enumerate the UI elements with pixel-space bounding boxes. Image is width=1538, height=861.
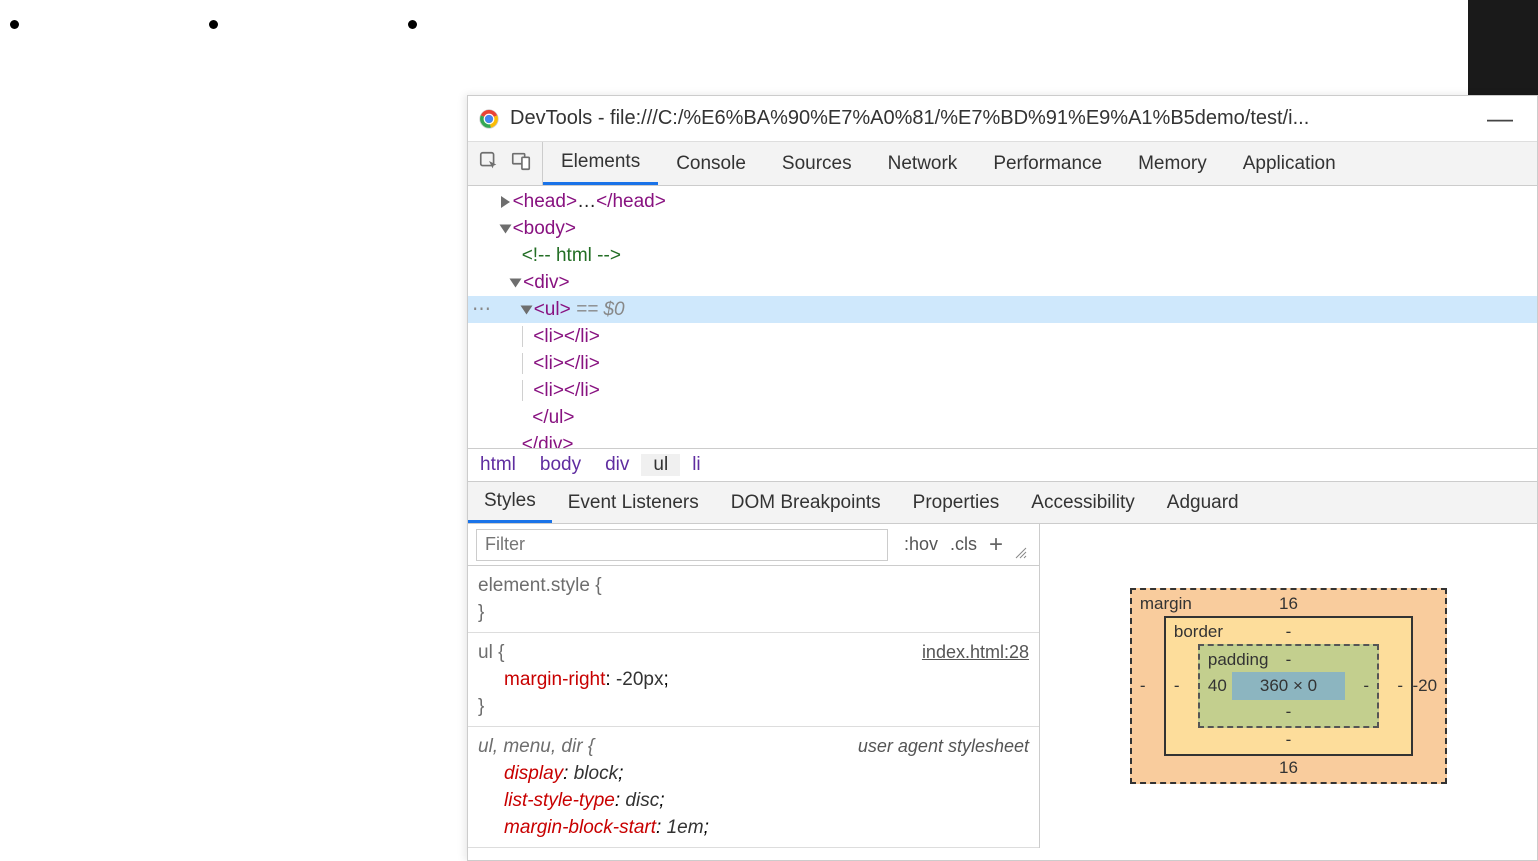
rule-src-ua: user agent stylesheet xyxy=(858,733,1029,760)
tree-node-ul-selected[interactable]: ⋯ <ul> == $0 xyxy=(468,296,1537,323)
tab-styles[interactable]: Styles xyxy=(468,482,552,523)
tab-accessibility[interactable]: Accessibility xyxy=(1015,482,1150,523)
tree-node-li[interactable]: <li></li> xyxy=(468,350,1537,377)
tree-node-li[interactable]: <li></li> xyxy=(468,377,1537,404)
tab-event-listeners[interactable]: Event Listeners xyxy=(552,482,715,523)
rule-element-style[interactable]: element.style { } xyxy=(468,566,1039,633)
rule-src-link[interactable]: index.html:28 xyxy=(922,639,1029,666)
tab-memory[interactable]: Memory xyxy=(1120,142,1225,185)
tool-icons xyxy=(468,142,543,185)
styles-column: :hov .cls + element.style { } ul {index.… xyxy=(468,524,1040,848)
tab-network[interactable]: Network xyxy=(870,142,976,185)
breadcrumb-li[interactable]: li xyxy=(680,454,712,476)
cls-toggle[interactable]: .cls xyxy=(950,534,977,555)
devtools-window: DevTools - file:///C:/%E6%BA%90%E7%A0%81… xyxy=(467,95,1538,861)
inspect-icon[interactable] xyxy=(478,150,500,177)
tab-adguard[interactable]: Adguard xyxy=(1151,482,1255,523)
tab-elements[interactable]: Elements xyxy=(543,142,658,185)
box-margin: margin 16 16 - -20 border - - - - paddin… xyxy=(1130,588,1447,784)
tree-node-body[interactable]: <body> xyxy=(468,215,1537,242)
rule-ua[interactable]: ul, menu, dir {user agent stylesheet dis… xyxy=(468,727,1039,848)
titlebar: DevTools - file:///C:/%E6%BA%90%E7%A0%81… xyxy=(468,96,1537,142)
elements-tree[interactable]: <head>…</head> <body> <!-- html --> <div… xyxy=(468,186,1537,448)
box-model[interactable]: margin 16 16 - -20 border - - - - paddin… xyxy=(1130,588,1447,784)
tree-node-li[interactable]: <li></li> xyxy=(468,323,1537,350)
rule-ul[interactable]: ul {index.html:28 margin-right: -20px; } xyxy=(468,633,1039,727)
tab-sources[interactable]: Sources xyxy=(764,142,870,185)
filter-row: :hov .cls + xyxy=(468,524,1039,566)
tab-console[interactable]: Console xyxy=(658,142,764,185)
bullet xyxy=(10,20,19,29)
bullet xyxy=(209,20,218,29)
device-icon[interactable] xyxy=(510,150,532,177)
box-padding: padding - - 40 - 360 × 0 xyxy=(1198,644,1379,728)
tree-node-head[interactable]: <head>…</head> xyxy=(468,188,1537,215)
box-content: 360 × 0 xyxy=(1232,672,1345,700)
breadcrumb-html[interactable]: html xyxy=(468,454,528,476)
minimize-button[interactable]: — xyxy=(1473,103,1527,134)
hov-toggle[interactable]: :hov xyxy=(904,534,938,555)
resize-corner-icon[interactable] xyxy=(1015,543,1027,555)
breadcrumb: html body div ul li xyxy=(468,448,1537,482)
breadcrumb-div[interactable]: div xyxy=(593,454,641,476)
tab-dom-breakpoints[interactable]: DOM Breakpoints xyxy=(715,482,897,523)
filter-input[interactable] xyxy=(476,529,888,561)
box-model-column: margin 16 16 - -20 border - - - - paddin… xyxy=(1040,524,1537,848)
box-border: border - - - - padding - - 40 - 360 × 0 xyxy=(1164,616,1413,756)
breadcrumb-ul[interactable]: ul xyxy=(641,454,680,476)
dark-strip xyxy=(1468,0,1538,98)
more-dots-icon[interactable]: ⋯ xyxy=(472,296,491,323)
tree-node-comment[interactable]: <!-- html --> xyxy=(468,242,1537,269)
page-bullets xyxy=(0,0,1538,49)
tab-properties[interactable]: Properties xyxy=(897,482,1016,523)
bottom-row: :hov .cls + element.style { } ul {index.… xyxy=(468,524,1537,848)
breadcrumb-body[interactable]: body xyxy=(528,454,593,476)
chrome-icon xyxy=(478,108,500,130)
bullet xyxy=(408,20,417,29)
tab-application[interactable]: Application xyxy=(1225,142,1354,185)
tab-performance[interactable]: Performance xyxy=(975,142,1120,185)
tree-node-div[interactable]: <div> xyxy=(468,269,1537,296)
sub-tabs: Styles Event Listeners DOM Breakpoints P… xyxy=(468,482,1537,524)
main-tabs: Elements Console Sources Network Perform… xyxy=(468,142,1537,186)
plus-icon[interactable]: + xyxy=(989,531,1003,559)
tree-node-div-close[interactable]: </div> xyxy=(468,431,1537,448)
tree-node-ul-close[interactable]: </ul> xyxy=(468,404,1537,431)
window-title: DevTools - file:///C:/%E6%BA%90%E7%A0%81… xyxy=(510,107,1473,130)
filter-extras: :hov .cls + xyxy=(892,531,1039,559)
